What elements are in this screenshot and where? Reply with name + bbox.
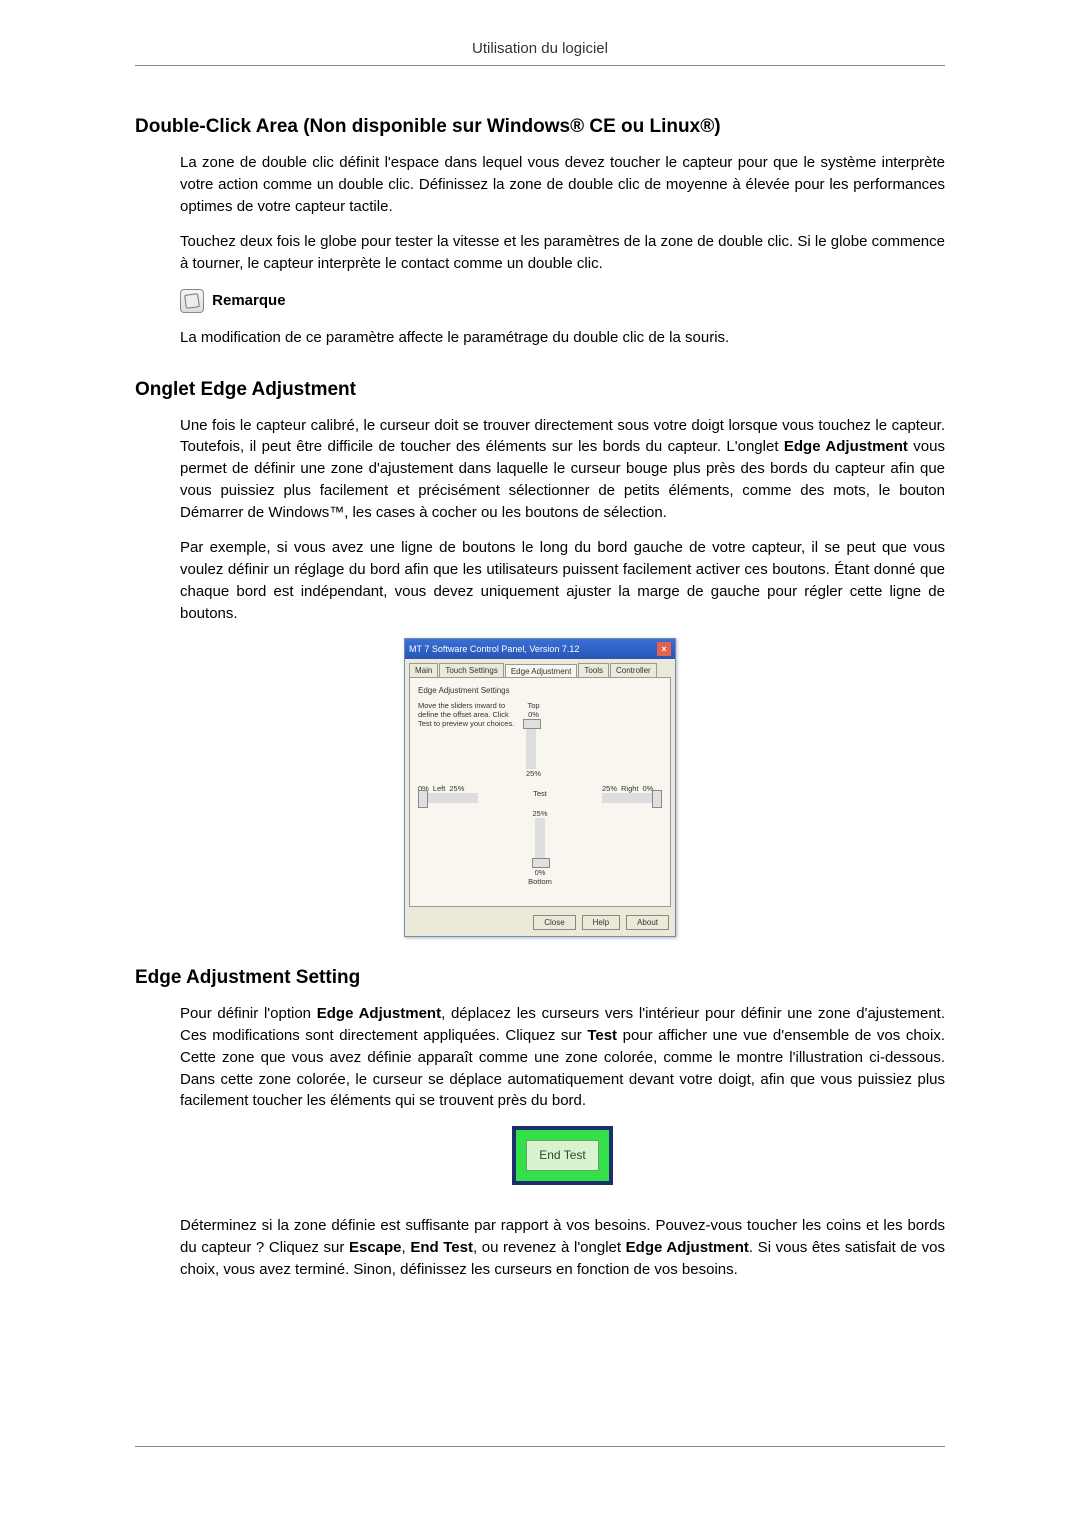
section1-p1: La zone de double clic définit l'espace … [180,152,945,217]
heading-onglet-edge-adjustment: Onglet Edge Adjustment [135,379,945,401]
section1-body: La zone de double clic définit l'espace … [180,152,945,349]
control-panel-tabs: Main Touch Settings Edge Adjustment Tool… [405,659,675,677]
section2-p1: Une fois le capteur calibré, le curseur … [180,415,945,524]
edge-adjustment-instructions: Move the sliders inward to define the of… [418,701,518,728]
heading-double-click-area: Double-Click Area (Non disponible sur Wi… [135,116,945,138]
heading-edge-adjustment-setting: Edge Adjustment Setting [135,967,945,989]
left-slider[interactable] [418,793,478,803]
control-panel-body: Edge Adjustment Settings Move the slider… [409,677,671,907]
s3p2c: , [402,1239,411,1256]
tab-main[interactable]: Main [409,663,438,677]
close-icon[interactable]: × [657,642,671,656]
s3p2b: Escape [349,1239,402,1256]
bottom-slider[interactable] [535,818,545,868]
section2-body: Une fois le capteur calibré, le curseur … [180,415,945,625]
control-panel-bottom-buttons: Close Help About [405,911,675,936]
right-slider[interactable] [602,793,662,803]
bottom-25pct: 25% [418,809,662,818]
close-button[interactable]: Close [533,915,575,930]
tab-tools[interactable]: Tools [578,663,609,677]
top-0pct: 0% [526,710,541,719]
figure-end-test: End Test [180,1126,945,1185]
tab-touch-settings[interactable]: Touch Settings [439,663,503,677]
section2-p2: Par exemple, si vous avez une ligne de b… [180,537,945,624]
top-label: Top [526,701,541,710]
figure-control-panel: MT 7 Software Control Panel, Version 7.1… [135,638,945,937]
end-test-frame: End Test [512,1126,612,1185]
right-label: Right [621,784,639,793]
right-25pct: 25% [602,784,617,793]
s3p2d: End Test [410,1239,473,1256]
footer-divider [135,1446,945,1447]
page-header-title: Utilisation du logiciel [135,40,945,66]
top-slider[interactable] [526,719,536,769]
left-25pct: 25% [449,784,464,793]
s3p2f: Edge Adjustment [626,1239,749,1256]
section3-p1: Pour définir l'option Edge Adjustment, d… [180,1003,945,1112]
control-panel-window: MT 7 Software Control Panel, Version 7.1… [404,638,676,937]
top-25pct: 25% [526,769,541,778]
note-icon [180,289,204,313]
bottom-0pct: 0% [418,868,662,877]
section2-p1b: Edge Adjustment [784,438,908,455]
edge-adjustment-group-label: Edge Adjustment Settings [418,686,662,695]
control-panel-titlebar: MT 7 Software Control Panel, Version 7.1… [405,639,675,659]
section3-p2: Déterminez si la zone définie est suffis… [180,1215,945,1280]
tab-edge-adjustment[interactable]: Edge Adjustment [505,664,577,678]
about-button[interactable]: About [626,915,669,930]
page: Utilisation du logiciel Double-Click Are… [0,0,1080,1527]
s3p1b: Edge Adjustment [317,1005,441,1022]
s3p1a: Pour définir l'option [180,1005,317,1022]
test-label[interactable]: Test [527,789,553,798]
tab-controller[interactable]: Controller [610,663,657,677]
s3p1d: Test [587,1027,617,1044]
s3p2e: , ou revenez à l'onglet [473,1239,626,1256]
end-test-button[interactable]: End Test [526,1140,598,1171]
control-panel-title: MT 7 Software Control Panel, Version 7.1… [409,644,579,654]
section3-body: Pour définir l'option Edge Adjustment, d… [180,1003,945,1280]
left-label: Left [433,784,446,793]
help-button[interactable]: Help [582,915,620,930]
note-label: Remarque [212,290,285,312]
bottom-label: Bottom [418,877,662,886]
section1-p3: La modification de ce paramètre affecte … [180,327,945,349]
section1-p2: Touchez deux fois le globe pour tester l… [180,231,945,275]
